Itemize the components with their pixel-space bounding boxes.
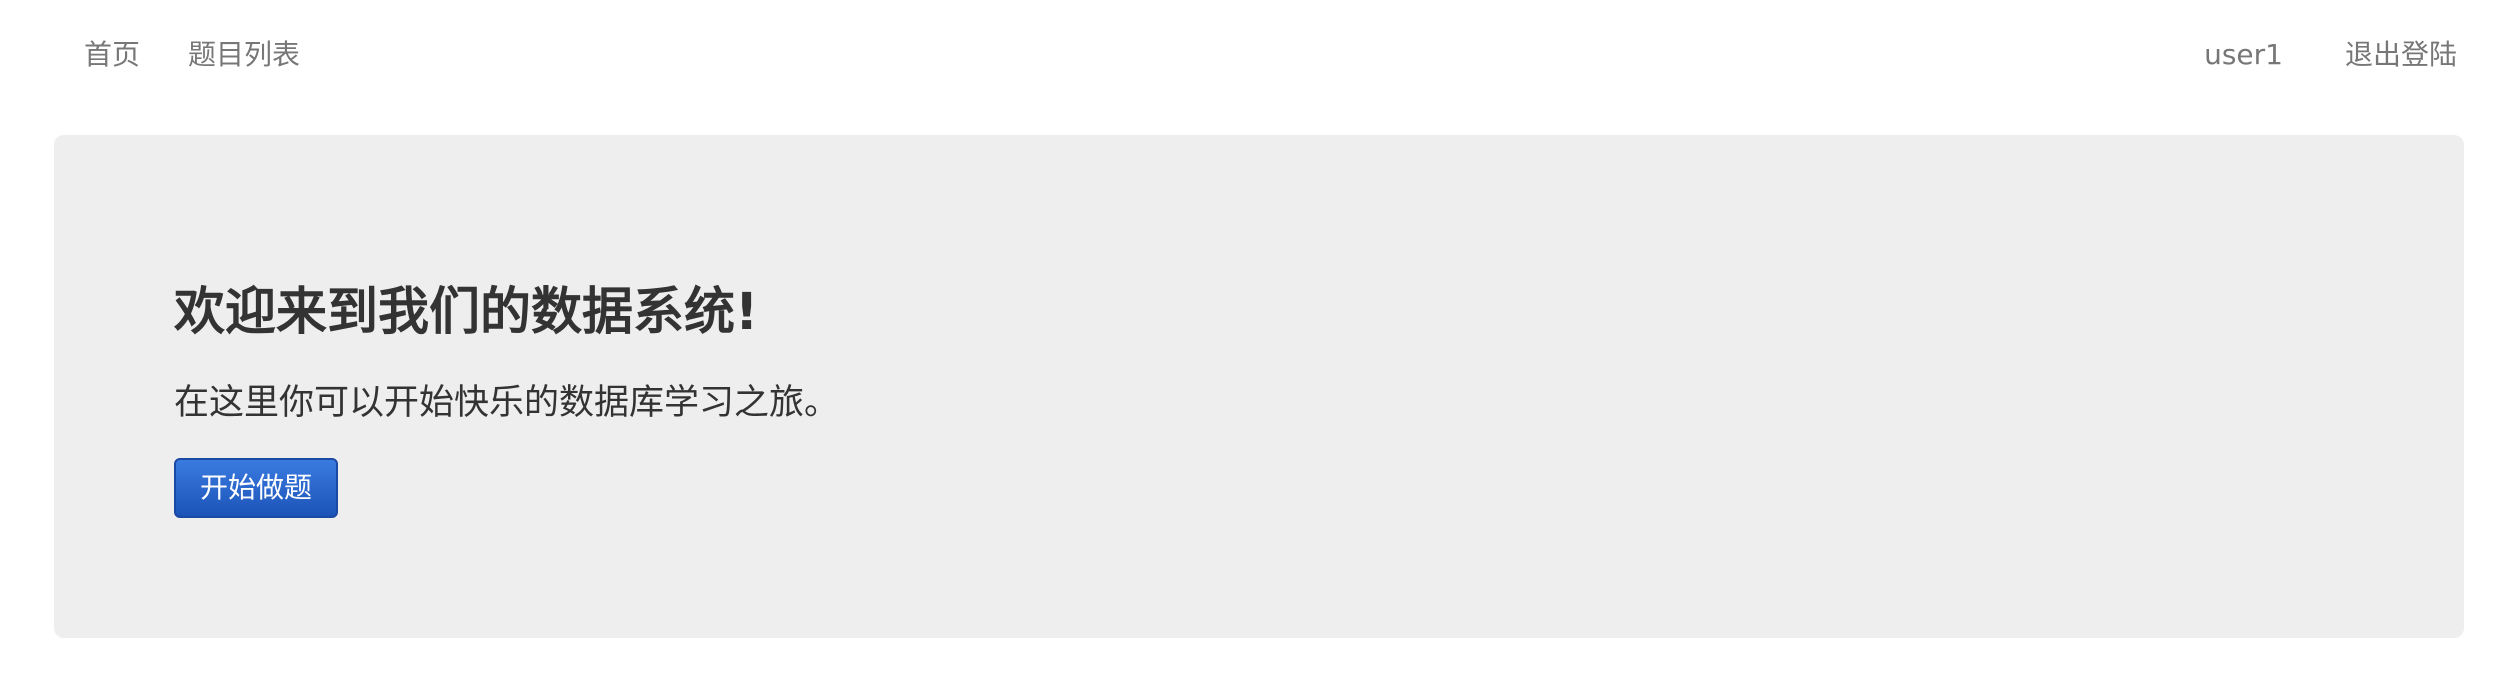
nav-right-group: user1 退出登陆 [2173,0,2488,110]
start-practice-button[interactable]: 开始做题 [174,458,338,518]
nav-link-logout[interactable]: 退出登陆 [2314,0,2488,110]
nav-left-group: 首页 题目列表 [60,0,324,110]
welcome-subtitle: 在这里你可以开始快乐的数据库学习之旅。 [174,383,840,423]
nav-link-username[interactable]: user1 [2173,0,2314,110]
welcome-panel: 欢迎来到我们的数据系统! 在这里你可以开始快乐的数据库学习之旅。 开始做题 [54,135,2464,638]
welcome-title: 欢迎来到我们的数据系统! [174,283,759,342]
nav-link-home[interactable]: 首页 [60,0,164,110]
top-navbar: 首页 题目列表 user1 退出登陆 [0,0,2518,110]
nav-link-problem-list[interactable]: 题目列表 [164,0,324,110]
